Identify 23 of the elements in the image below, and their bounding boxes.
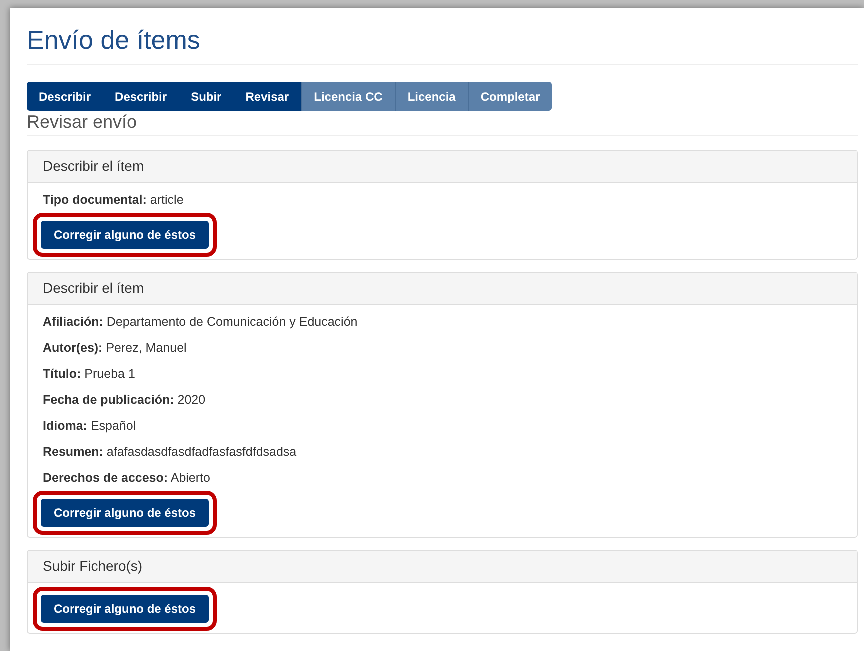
panel-heading: Subir Fichero(s) xyxy=(28,551,857,583)
section-title: Revisar envío xyxy=(27,111,138,133)
field-text: Afiliación: Departamento de Comunicación y Educación xyxy=(42,314,359,331)
panel-heading: Describir el ítem xyxy=(28,151,857,183)
edit-button[interactable]: Corregir alguno de éstos xyxy=(41,499,210,527)
field-text: Tipo documental: article xyxy=(42,192,185,209)
page-title: Envío de ítems xyxy=(27,24,202,56)
field-text: Resumen: afafasdasdfasdfadfasfasfdfdsadsa xyxy=(42,444,298,461)
field-text: Idioma: Español xyxy=(42,418,138,435)
panel-heading: Describir el ítem xyxy=(28,273,857,305)
field-text: Título: Prueba 1 xyxy=(42,366,136,383)
edit-button[interactable]: Corregir alguno de éstos xyxy=(41,595,210,623)
field-text: Autor(es): Perez, Manuel xyxy=(42,340,188,357)
step-tab[interactable]: Describir xyxy=(103,82,180,111)
step-tab[interactable]: Licencia CC xyxy=(301,82,395,111)
field-text: Fecha de publicación: 2020 xyxy=(42,392,207,409)
step-tab[interactable]: Licencia xyxy=(394,82,468,111)
step-tab[interactable]: Describir xyxy=(27,82,104,111)
edit-button[interactable]: Corregir alguno de éstos xyxy=(41,221,210,249)
step-tab[interactable]: Completar xyxy=(468,82,552,111)
step-tab[interactable]: Subir xyxy=(179,82,234,111)
field-text: Derechos de acceso: Abierto xyxy=(42,470,212,487)
step-tab[interactable]: Revisar xyxy=(234,82,302,111)
